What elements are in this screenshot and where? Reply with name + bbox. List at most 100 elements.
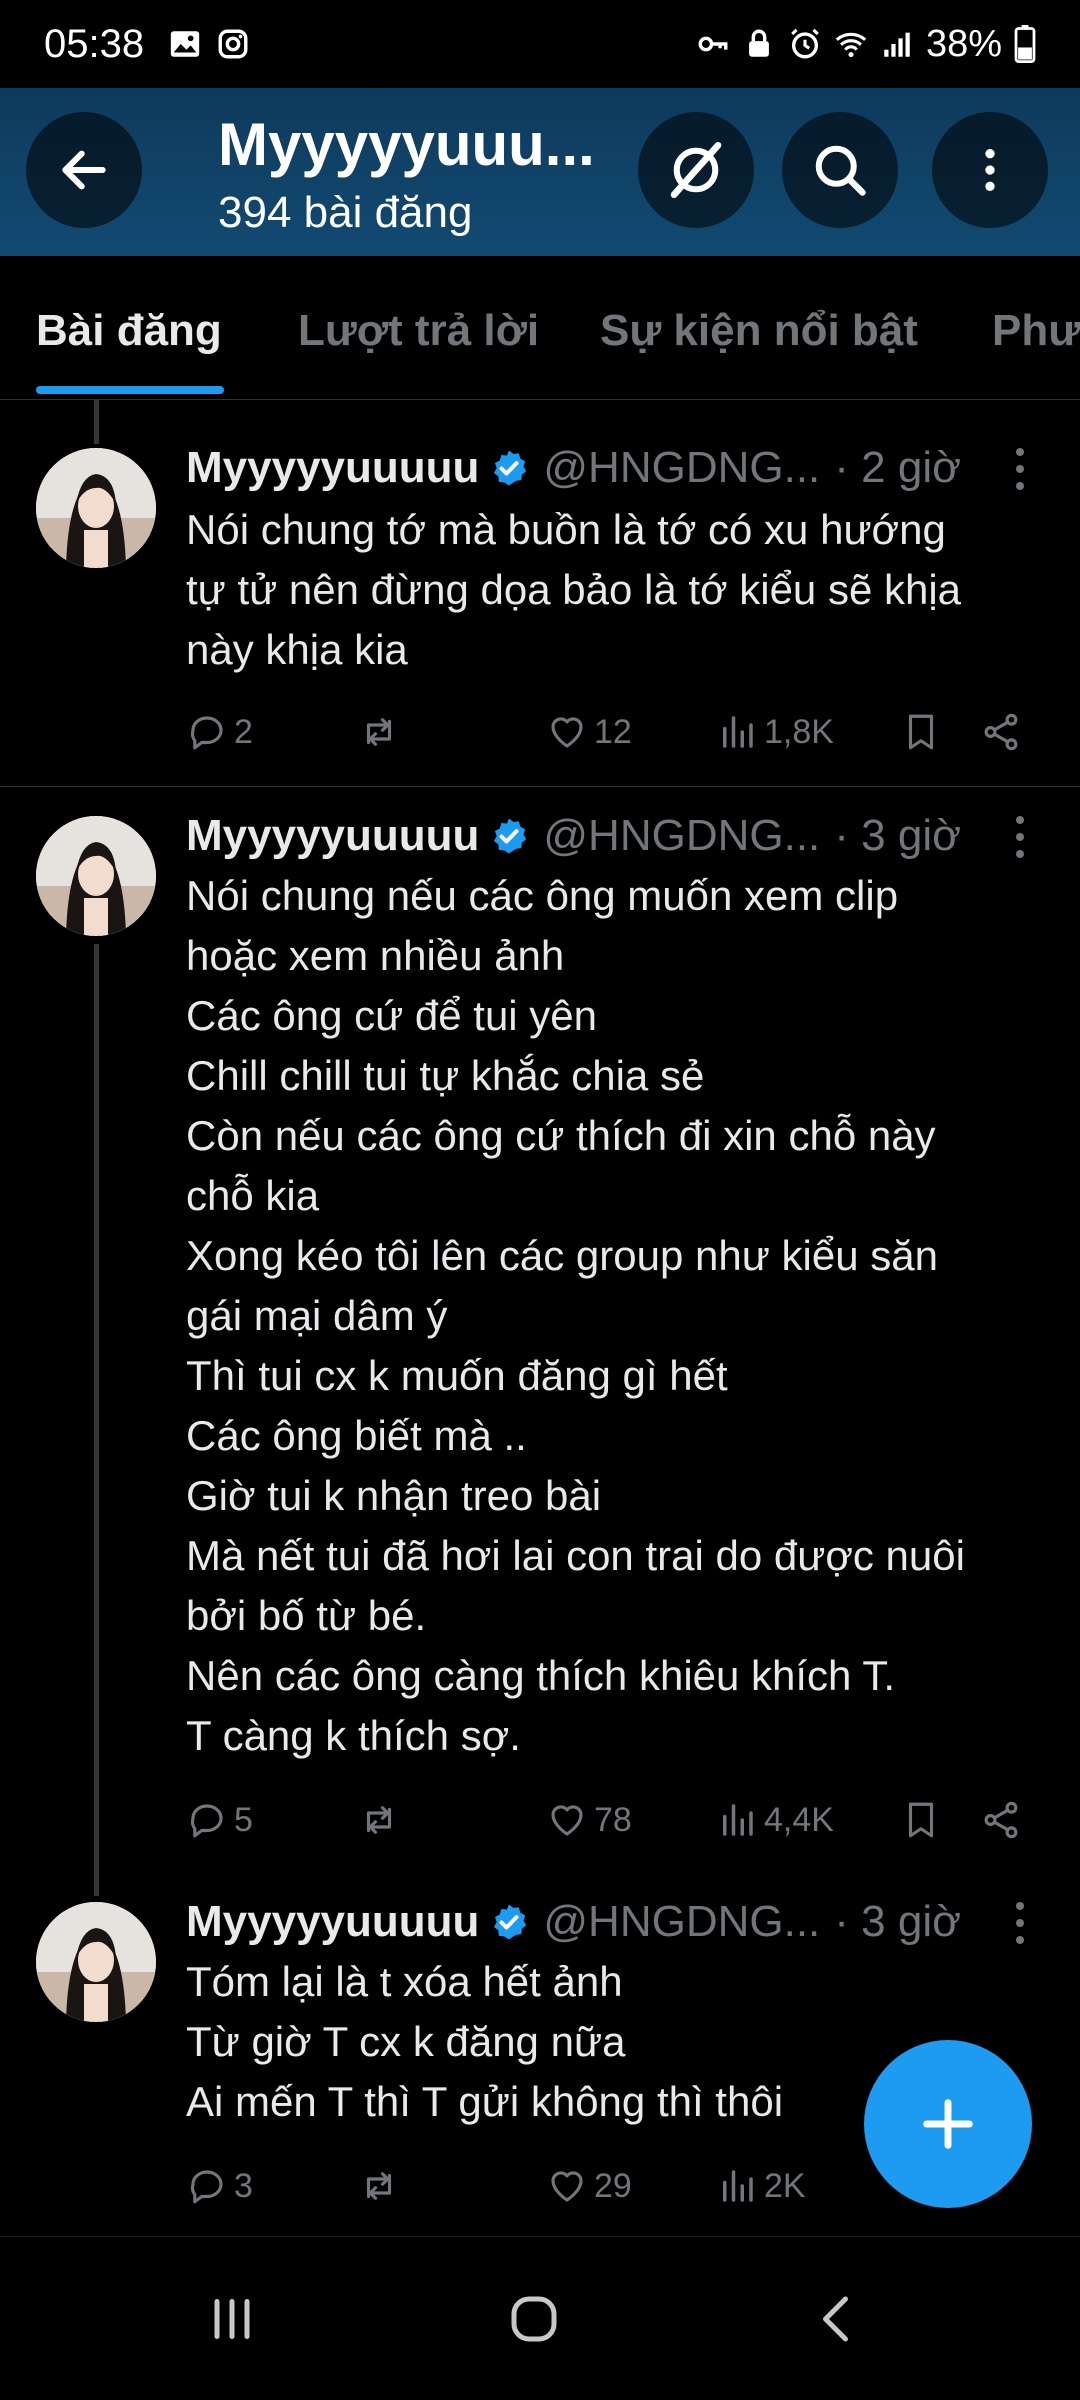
post-line: Nói chung nếu các ông muốn xem clip xyxy=(186,872,899,919)
active-tab-indicator xyxy=(36,386,224,394)
back-nav-button[interactable] xyxy=(798,2279,878,2359)
like-button[interactable]: 78 xyxy=(546,1790,632,1850)
tab-replies[interactable]: Lượt trả lời xyxy=(298,306,539,356)
key-icon xyxy=(698,36,728,52)
share-button[interactable] xyxy=(980,1790,1028,1850)
reply-button[interactable]: 2 xyxy=(186,702,253,762)
post-line: Xong kéo tôi lên các group như kiểu săn xyxy=(186,1232,938,1279)
post-line: hoặc xem nhiều ảnh xyxy=(186,932,565,979)
post-line: Chill chill tui tự khắc chia sẻ xyxy=(186,1052,705,1099)
like-count: 78 xyxy=(594,1800,632,1839)
post-more-icon[interactable] xyxy=(1000,444,1040,494)
more-button[interactable] xyxy=(932,112,1048,228)
avatar-photo-icon xyxy=(36,1902,156,2022)
author-name[interactable]: Myyyyyuuuuu xyxy=(186,1897,479,1947)
search-icon xyxy=(815,145,866,196)
home-icon xyxy=(511,2296,557,2342)
verified-badge-icon xyxy=(494,818,527,854)
tab-highlights[interactable]: Sự kiện nổi bật xyxy=(600,306,918,356)
post-count: 394 bài đăng xyxy=(218,188,473,237)
search-button[interactable] xyxy=(782,112,898,228)
back-arrow-icon xyxy=(62,150,106,190)
post-text: Nói chung nếu các ông muốn xem clip hoặc… xyxy=(186,866,1046,1766)
reply-button[interactable]: 3 xyxy=(186,2156,253,2216)
plus-icon xyxy=(923,2099,973,2149)
like-button[interactable]: 29 xyxy=(546,2156,632,2216)
post-time[interactable]: · 2 giờ xyxy=(834,443,961,493)
signal-icon xyxy=(884,32,910,57)
post-line: Nói chung tớ mà buồn là tớ có xu hướng xyxy=(186,506,946,553)
share-icon xyxy=(984,713,1018,751)
views-button[interactable]: 4,4K xyxy=(716,1790,834,1850)
thread-connector xyxy=(94,400,99,444)
thread-connector xyxy=(94,944,99,1896)
compose-button[interactable] xyxy=(864,2040,1032,2208)
author-name[interactable]: Myyyyyuuuuu xyxy=(186,443,479,493)
view-count: 2K xyxy=(764,2166,806,2205)
heart-icon xyxy=(551,717,583,748)
post-line: Tóm lại là t xóa hết ảnh xyxy=(186,1958,623,2005)
post-line: chỗ kia xyxy=(186,1172,320,1219)
bookmark-icon xyxy=(908,714,934,750)
post-line: T càng k thích sợ. xyxy=(186,1712,521,1759)
alarm-icon xyxy=(791,28,819,59)
author-handle[interactable]: @HNGDNG... xyxy=(543,811,820,861)
hide-media-button[interactable] xyxy=(638,112,754,228)
no-image-icon xyxy=(670,141,722,199)
share-icon xyxy=(984,1801,1018,1839)
repost-button[interactable] xyxy=(358,1790,406,1850)
bookmark-button[interactable] xyxy=(900,1790,948,1850)
post-divider xyxy=(0,786,1080,787)
verified-badge-icon xyxy=(494,450,527,486)
recent-apps-button[interactable] xyxy=(192,2279,272,2359)
reply-icon xyxy=(190,716,223,750)
system-nav-bar xyxy=(0,2236,1080,2400)
views-button[interactable]: 1,8K xyxy=(716,702,834,762)
like-count: 12 xyxy=(594,712,632,751)
bookmark-button[interactable] xyxy=(900,702,948,762)
post-header: Myyyyyuuuuu @HNGDNG... · 3 giờ xyxy=(186,806,961,866)
views-icon xyxy=(723,1804,753,1836)
recent-apps-icon xyxy=(214,2299,250,2339)
status-bar: 05:38 38% xyxy=(0,0,1080,88)
profile-tabs: Bài đăng Lượt trả lời Sự kiện nổi bật Ph… xyxy=(0,256,1080,400)
views-button[interactable]: 2K xyxy=(716,2156,806,2216)
back-button[interactable] xyxy=(26,112,142,228)
post-time[interactable]: · 3 giờ xyxy=(834,1897,961,1947)
view-count: 4,4K xyxy=(764,1800,834,1839)
author-handle[interactable]: @HNGDNG... xyxy=(543,1897,820,1947)
author-name[interactable]: Myyyyyuuuuu xyxy=(186,811,479,861)
reply-count: 3 xyxy=(234,2166,253,2205)
heart-icon xyxy=(551,1805,583,1836)
post-line: này khịa kia xyxy=(186,626,408,673)
post-line: Các ông cứ để tui yên xyxy=(186,992,598,1039)
back-nav-icon xyxy=(823,2296,848,2342)
avatar[interactable] xyxy=(36,1902,156,2022)
post-line: tự tử nên đừng dọa bảo là tớ kiểu sẽ khị… xyxy=(186,566,962,613)
post-line: Còn nếu các ông cứ thích đi xin chỗ này xyxy=(186,1112,936,1159)
repost-button[interactable] xyxy=(358,702,406,762)
reply-icon xyxy=(190,2170,223,2204)
like-button[interactable]: 12 xyxy=(546,702,632,762)
repost-button[interactable] xyxy=(358,2156,406,2216)
post-time[interactable]: · 3 giờ xyxy=(834,811,961,861)
post-line: gái mại dâm ý xyxy=(186,1292,448,1339)
post-more-icon[interactable] xyxy=(1000,1898,1040,1948)
post-line: bởi bố từ bé. xyxy=(186,1592,427,1639)
home-button[interactable] xyxy=(494,2279,574,2359)
share-button[interactable] xyxy=(980,702,1028,762)
post-line: Các ông biết mà .. xyxy=(186,1412,527,1459)
repost-icon xyxy=(366,718,392,746)
post-line: Giờ tui k nhận treo bài xyxy=(186,1472,602,1519)
post-line: Thì tui cx k muốn đăng gì hết xyxy=(186,1352,728,1399)
tab-media[interactable]: Phư xyxy=(992,306,1080,356)
gallery-icon xyxy=(170,31,200,57)
reply-button[interactable]: 5 xyxy=(186,1790,253,1850)
post-actions: 2 12 1,8K xyxy=(186,702,1046,762)
avatar[interactable] xyxy=(36,448,156,568)
avatar[interactable] xyxy=(36,816,156,936)
author-handle[interactable]: @HNGDNG... xyxy=(543,443,820,493)
repost-icon xyxy=(366,2172,392,2200)
tab-posts[interactable]: Bài đăng xyxy=(36,306,222,356)
post-more-icon[interactable] xyxy=(1000,812,1040,862)
